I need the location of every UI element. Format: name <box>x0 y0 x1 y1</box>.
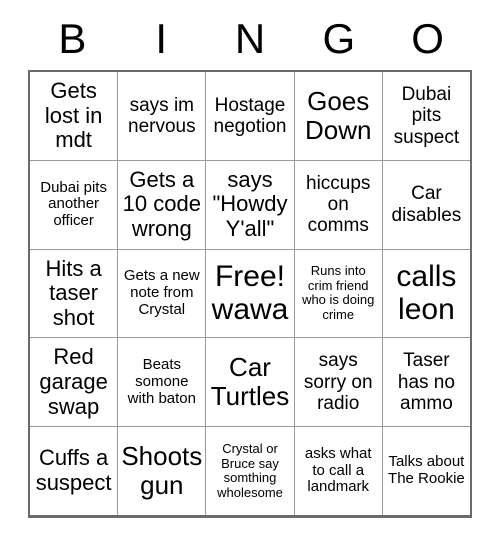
bingo-cell-label: Crystal or Bruce say somthing wholesome <box>217 440 283 500</box>
bingo-cell-label: says "Howdy Y'all" <box>212 166 288 241</box>
bingo-cell-label: says sorry on radio <box>303 350 373 414</box>
bingo-cell-label: Free! wawa <box>211 259 289 327</box>
bingo-cell-g1[interactable]: Goes Down <box>293 72 382 160</box>
bingo-row: Red garage swap Beats somone with baton … <box>30 337 471 427</box>
bingo-card: B I N G O Gets lost in mdt says im nervo… <box>28 8 472 518</box>
bingo-cell-label: Car disables <box>391 183 462 226</box>
header-letter-o: O <box>411 15 444 62</box>
bingo-row: Dubai pits another officer Gets a 10 cod… <box>30 159 471 249</box>
bingo-cell-label: Beats somone with baton <box>127 356 196 407</box>
bingo-cell-i3[interactable]: Gets a new note from Crystal <box>117 249 206 338</box>
bingo-grid: Gets lost in mdt says im nervous Hostage… <box>28 70 472 518</box>
bingo-cell-i5[interactable]: Shoots gun <box>117 427 206 515</box>
bingo-cell-label: Hostage negotion <box>213 94 287 137</box>
bingo-cell-label: calls leon <box>396 259 457 327</box>
bingo-cell-o5[interactable]: Talks about The Rookie <box>381 427 471 515</box>
bingo-cell-label: Taser has no ammo <box>397 350 455 414</box>
bingo-cell-label: Cuffs a suspect <box>35 445 112 496</box>
bingo-row: Gets lost in mdt says im nervous Hostage… <box>30 72 471 160</box>
bingo-cell-n4[interactable]: Car Turtles <box>205 338 294 427</box>
header-letter-i: I <box>155 15 168 62</box>
bingo-cell-o1[interactable]: Dubai pits suspect <box>381 72 471 160</box>
bingo-cell-label: Talks about The Rookie <box>388 453 465 488</box>
bingo-cell-n1[interactable]: Hostage negotion <box>205 72 294 160</box>
bingo-cell-label: Goes Down <box>304 85 372 145</box>
bingo-cell-b2[interactable]: Dubai pits another officer <box>30 160 118 249</box>
bingo-row: Hits a taser shot Gets a new note from C… <box>30 248 471 338</box>
bingo-cell-label: hiccups on comms <box>306 172 371 237</box>
bingo-cell-label: Gets lost in mdt <box>44 77 103 153</box>
bingo-cell-label: Runs into crim friend who is doing crime <box>302 263 375 323</box>
bingo-cell-label: Red garage swap <box>39 344 108 419</box>
bingo-cell-g2[interactable]: hiccups on comms <box>293 160 382 249</box>
bingo-cell-i1[interactable]: says im nervous <box>117 72 206 160</box>
bingo-cell-i4[interactable]: Beats somone with baton <box>117 338 206 427</box>
bingo-cell-free-space[interactable]: Free! wawa <box>205 249 294 338</box>
bingo-cell-g3[interactable]: Runs into crim friend who is doing crime <box>293 249 382 338</box>
bingo-cell-g4[interactable]: says sorry on radio <box>293 338 382 427</box>
bingo-cell-label: Dubai pits suspect <box>393 84 460 148</box>
bingo-row: Cuffs a suspect Shoots gun Crystal or Br… <box>30 426 471 515</box>
bingo-cell-b1[interactable]: Gets lost in mdt <box>30 72 118 160</box>
bingo-cell-g5[interactable]: asks what to call a landmark <box>293 427 382 515</box>
bingo-cell-label: Dubai pits another officer <box>40 178 107 230</box>
bingo-cell-label: says im nervous <box>128 94 196 137</box>
bingo-cell-label: Car Turtles <box>210 352 290 412</box>
bingo-cell-label: asks what to call a landmark <box>304 444 372 496</box>
bingo-cell-o4[interactable]: Taser has no ammo <box>381 338 471 427</box>
bingo-cell-b5[interactable]: Cuffs a suspect <box>30 427 118 515</box>
header-letter-g: G <box>322 15 356 62</box>
bingo-cell-o2[interactable]: Car disables <box>381 160 471 249</box>
bingo-cell-n5[interactable]: Crystal or Bruce say somthing wholesome <box>205 427 294 515</box>
bingo-cell-label: Hits a taser shot <box>45 255 102 330</box>
header-letter-b: B <box>58 15 87 62</box>
bingo-cell-i2[interactable]: Gets a 10 code wrong <box>117 160 206 249</box>
bingo-cell-b4[interactable]: Red garage swap <box>30 338 118 427</box>
bingo-cell-o3[interactable]: calls leon <box>381 249 471 338</box>
bingo-header: B I N G O <box>28 8 472 70</box>
bingo-cell-n2[interactable]: says "Howdy Y'all" <box>205 160 294 249</box>
bingo-cell-label: Gets a new note from Crystal <box>123 267 200 318</box>
bingo-cell-label: Gets a 10 code wrong <box>122 166 201 241</box>
header-letter-n: N <box>234 15 266 62</box>
bingo-cell-label: Shoots gun <box>121 440 203 501</box>
bingo-cell-b3[interactable]: Hits a taser shot <box>30 249 118 338</box>
